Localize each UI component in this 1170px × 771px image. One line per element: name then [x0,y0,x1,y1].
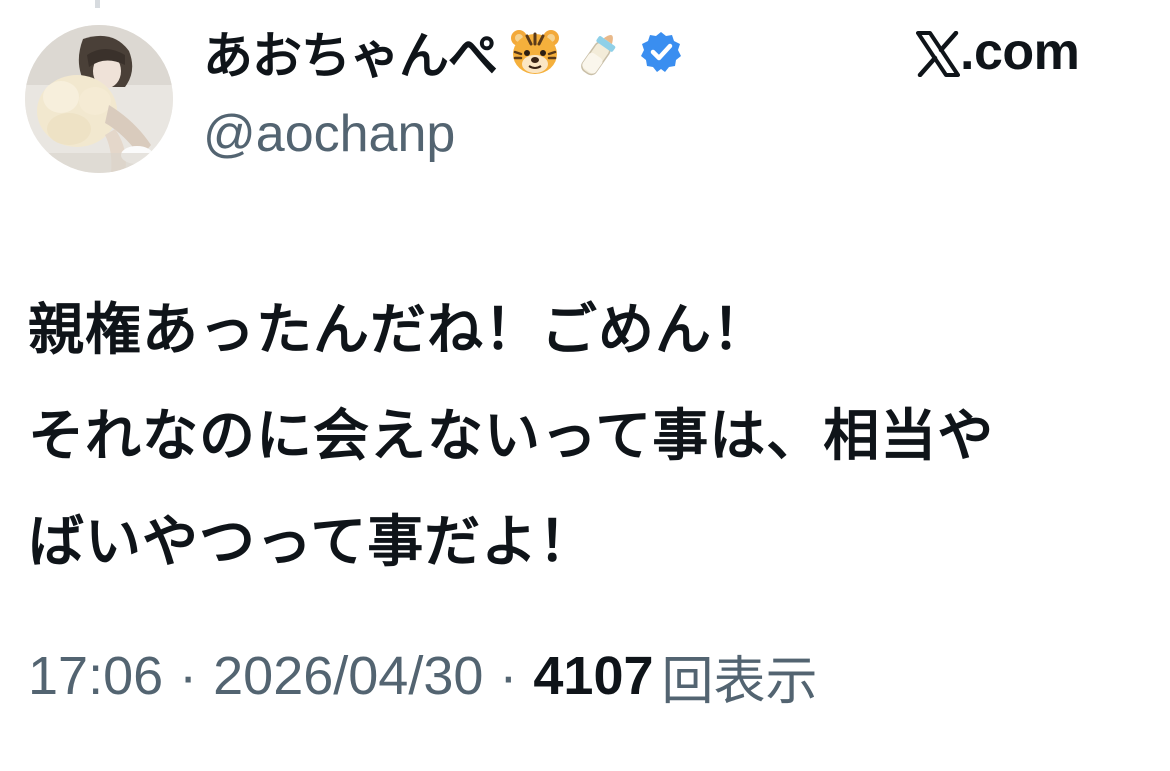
tweet-time[interactable]: 17:06 [28,645,163,707]
display-name[interactable]: あおちゃんぺ [203,16,498,88]
tweet-date[interactable]: 2026/04/30 [213,645,483,707]
meta-separator: · [499,646,518,706]
brand-watermark: .com [916,22,1080,82]
tweet-text: 親権あったんだね！ごめん！ それなのに会えないって事は、相当や ばいやつって事だ… [28,278,1148,596]
x-logo-icon [916,30,960,78]
views-label: 回表示 [661,651,818,712]
tweet-text-line: 親権あったんだね！ごめん！ [28,298,769,363]
brand-domain-text: .com [960,23,1080,81]
top-divider-tick [95,0,100,8]
views-count[interactable]: 4107 [533,645,653,707]
tweet-text-line: それなのに会えないって事は、相当や [28,404,995,469]
author-handle[interactable]: @aochanp [203,104,455,164]
author-name-row[interactable]: あおちゃんぺ [203,17,683,87]
tiger-face-emoji [509,26,561,78]
tweet-meta: 17:06 · 2026/04/30 · 4107 回表示 [28,640,818,712]
baby-bottle-emoji [573,26,625,78]
tweet-text-line: ばいやつって事だよ！ [28,510,596,575]
avatar[interactable] [25,25,173,173]
meta-separator: · [179,646,198,706]
verified-badge-icon[interactable] [639,30,683,74]
